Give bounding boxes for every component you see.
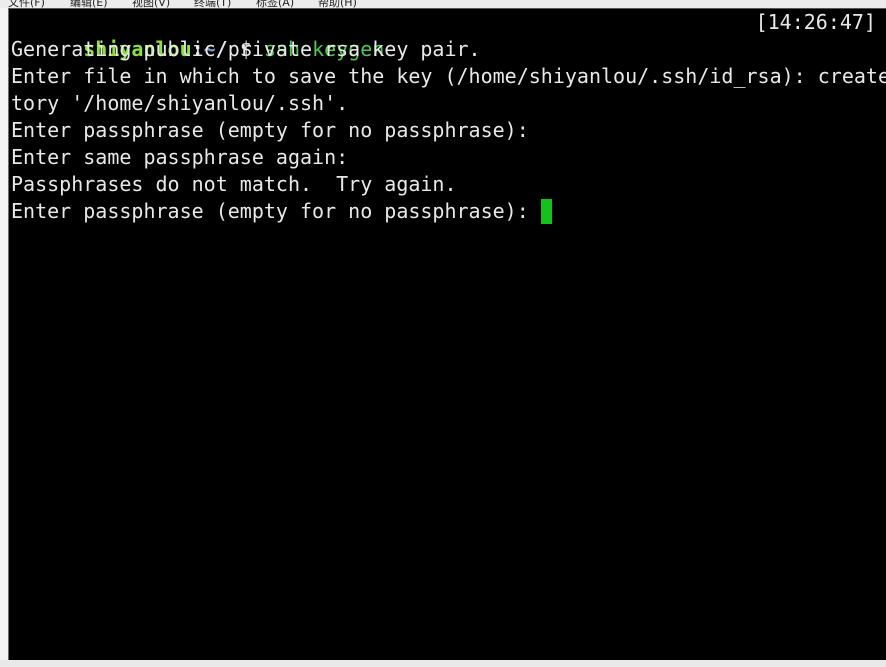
prompt-line: shiyanlou:~/ $ ssh-keygen — [11, 9, 384, 61]
output-line: Generating public/private rsa key pair. — [11, 37, 481, 61]
terminal-screen[interactable]: shiyanlou:~/ $ ssh-keygen [14:26:47] Gen… — [8, 8, 886, 660]
window-left-edge — [0, 8, 8, 667]
input-line[interactable]: Enter passphrase (empty for no passphras… — [11, 198, 552, 225]
window-bottom-edge — [0, 660, 886, 667]
menu-help[interactable]: 帮助(H) — [318, 0, 357, 8]
output-line: Enter passphrase (empty for no passphras… — [11, 118, 529, 142]
terminal-window: 文件(F) 编辑(E) 视图(V) 终端(T) 标签(A) 帮助(H) shiy… — [0, 0, 886, 667]
menu-bar: 文件(F) 编辑(E) 视图(V) 终端(T) 标签(A) 帮助(H) — [0, 0, 886, 8]
output-line: Enter file in which to save the key (/ho… — [11, 64, 886, 88]
menu-edit[interactable]: 编辑(E) — [70, 0, 108, 8]
output-line: Passphrases do not match. Try again. — [11, 172, 457, 196]
output-line: tory '/home/shiyanlou/.ssh'. — [11, 91, 349, 115]
text-cursor — [540, 199, 552, 224]
output-line: Enter same passphrase again: — [11, 145, 349, 169]
prompt-clock: [14:26:47] — [755, 10, 876, 34]
menu-view[interactable]: 视图(V) — [132, 0, 170, 8]
menu-file[interactable]: 文件(F) — [8, 0, 45, 8]
menu-terminal[interactable]: 终端(T) — [194, 0, 231, 8]
menu-tabs[interactable]: 标签(A) — [256, 0, 294, 8]
passphrase-prompt: Enter passphrase (empty for no passphras… — [11, 199, 541, 223]
